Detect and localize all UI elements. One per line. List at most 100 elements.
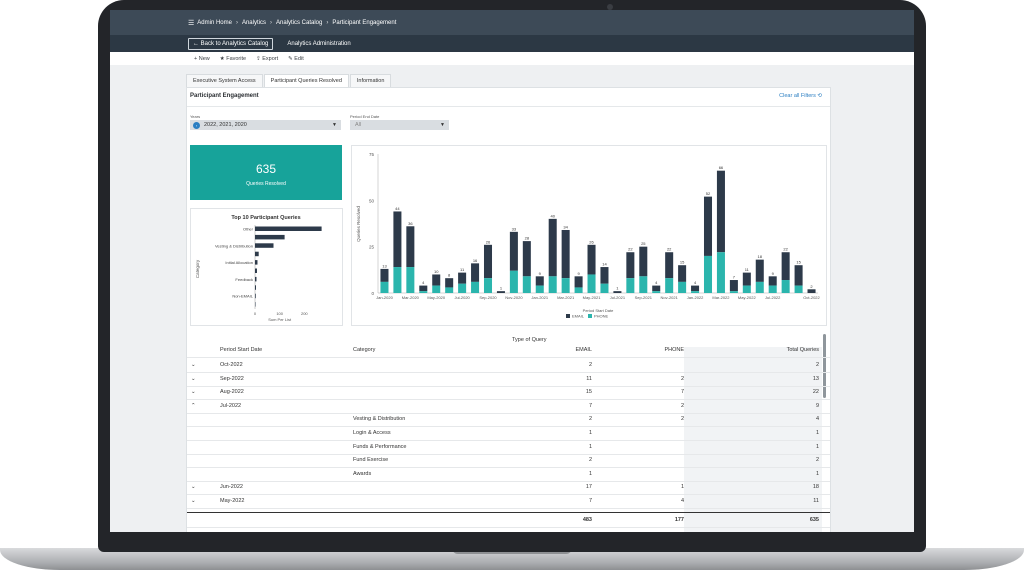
queries-resolved-card: 635 Queries Resolved	[190, 145, 342, 200]
tab-participant-queries-resolved[interactable]: Participant Queries Resolved	[263, 74, 349, 88]
bar-phone	[561, 278, 570, 293]
bar-phone	[794, 285, 803, 293]
category-label: Feedback	[235, 277, 253, 282]
menu-icon[interactable]: ☰	[188, 19, 194, 27]
period-cell: Jun-2022	[220, 484, 243, 491]
total-cell: 4	[815, 416, 819, 423]
phone-total: 177	[674, 516, 684, 523]
bar-phone	[665, 278, 674, 293]
category-cell: Funds & Performance	[353, 443, 407, 450]
tab-executive-system-access[interactable]: Executive System Access	[186, 74, 263, 88]
bar-email	[445, 278, 454, 288]
bar-phone	[600, 283, 609, 293]
bar-email	[768, 276, 777, 286]
tab-information[interactable]: Information	[349, 74, 392, 88]
chevron-down-icon[interactable]: ⌄	[191, 484, 196, 490]
x-tick-label: Jan-2020	[376, 295, 393, 300]
bar-phone	[587, 274, 596, 293]
bar	[255, 268, 257, 273]
y-axis-label: Queries Resolved	[356, 206, 361, 242]
col-header-email[interactable]: EMAIL	[575, 347, 592, 353]
bar-phone	[483, 278, 493, 293]
bar-phone	[445, 287, 454, 293]
breadcrumb-analytics[interactable]: Analytics	[242, 20, 266, 26]
col-header-total[interactable]: Total Queries	[787, 347, 819, 353]
x-tick-label: Mar-2021	[557, 295, 575, 300]
favorite-button[interactable]: ★ Favorite	[220, 56, 246, 62]
top-queries-chart: Top 10 Participant Queries Category Other V…	[195, 215, 322, 322]
bar	[255, 260, 258, 265]
breadcrumb-admin-home[interactable]: Admin Home	[197, 20, 232, 26]
y-axis-label: Category	[195, 259, 200, 278]
email-total: 483	[582, 516, 592, 523]
col-header-period[interactable]: Period Start Date	[220, 347, 262, 353]
bar-email	[574, 276, 583, 288]
bar-email	[483, 244, 493, 279]
edit-button[interactable]: ✎ Edit	[288, 56, 304, 62]
years-filter-select[interactable]: › 2022, 2021, 2020 ▼	[190, 120, 341, 130]
bar-email	[652, 285, 661, 292]
analytics-administration-link[interactable]: Analytics Administration	[287, 41, 350, 47]
bar-phone	[535, 285, 544, 293]
bar-total-label: 13	[382, 263, 387, 268]
bar-total-label: 9	[577, 271, 580, 276]
col-header-category[interactable]: Category	[353, 347, 375, 353]
new-button[interactable]: + New	[194, 56, 210, 62]
x-tick-label: May-2022	[738, 295, 757, 300]
x-tick-label: May-2021	[583, 295, 602, 300]
chevron-up-icon[interactable]: ⌃	[191, 403, 196, 409]
bar-phone	[678, 281, 687, 293]
refresh-icon: ⟲	[817, 93, 822, 99]
x-tick-label: 100	[276, 311, 283, 316]
bar-phone	[755, 281, 764, 293]
x-tick-label: May-2020	[427, 295, 446, 300]
bar-email	[509, 231, 518, 271]
years-filter-value: 2022, 2021, 2020	[204, 122, 247, 128]
total-cell: 2	[815, 362, 819, 368]
bar-phone	[548, 276, 557, 293]
table-header-row: Period Start Date Category EMAIL PHONE T…	[187, 343, 830, 358]
x-tick-label: Jul-2020	[454, 295, 470, 300]
bar-total-label: 4	[422, 280, 425, 285]
chevron-down-icon[interactable]: ⌄	[191, 389, 196, 395]
bar-email	[807, 289, 816, 293]
col-header-phone[interactable]: PHONE	[664, 347, 684, 353]
bar-phone	[458, 283, 467, 293]
bar-phone	[703, 255, 713, 293]
period-cell: Jul-2022	[220, 402, 242, 409]
bar	[255, 234, 285, 240]
bar-total-label: 34	[563, 224, 568, 229]
email-cell: 2	[588, 457, 592, 464]
bar-total-label: 22	[783, 247, 788, 252]
bar-phone	[406, 267, 415, 293]
bar-total-label: 14	[602, 262, 607, 267]
x-tick-label: Mar-2020	[402, 295, 420, 300]
x-tick-label: 200	[301, 311, 308, 316]
bar-total-label: 4	[694, 280, 697, 285]
total-cell: 1	[815, 443, 819, 450]
period-filter-select[interactable]: All ▼	[350, 120, 449, 130]
kpi-label: Queries Resolved	[246, 181, 286, 187]
x-tick-label: Nov-2020	[505, 295, 523, 300]
chevron-down-icon[interactable]: ⌄	[191, 376, 196, 382]
chevron-down-icon[interactable]: ⌄	[191, 498, 196, 504]
bar-phone	[639, 276, 648, 293]
chevron-right-icon: ›	[269, 19, 272, 26]
bar-email	[781, 252, 790, 281]
bar-total-label: 15	[796, 260, 801, 265]
table-row[interactable]: ⌄ May-2022 7 4 11	[187, 494, 830, 509]
bar-total-label: 22	[628, 247, 633, 252]
x-axis-label: Sum Per List	[268, 317, 292, 322]
breadcrumb-analytics-catalog[interactable]: Analytics Catalog	[276, 20, 322, 26]
chevron-down-icon[interactable]: ⌄	[191, 362, 196, 368]
bar-email	[794, 265, 803, 286]
bar-phone	[522, 276, 531, 293]
bar-email	[393, 211, 402, 268]
back-to-catalog-button[interactable]: ← Back to Analytics Catalog	[188, 37, 274, 50]
bar-phone	[626, 278, 635, 293]
export-button[interactable]: ⇪ Export	[256, 56, 278, 62]
total-cell: 11	[813, 498, 819, 504]
clear-filters-link[interactable]: Clear all Filters ⟲	[779, 93, 822, 99]
bar-phone	[742, 285, 751, 293]
bar-total-label: 44	[395, 206, 400, 211]
